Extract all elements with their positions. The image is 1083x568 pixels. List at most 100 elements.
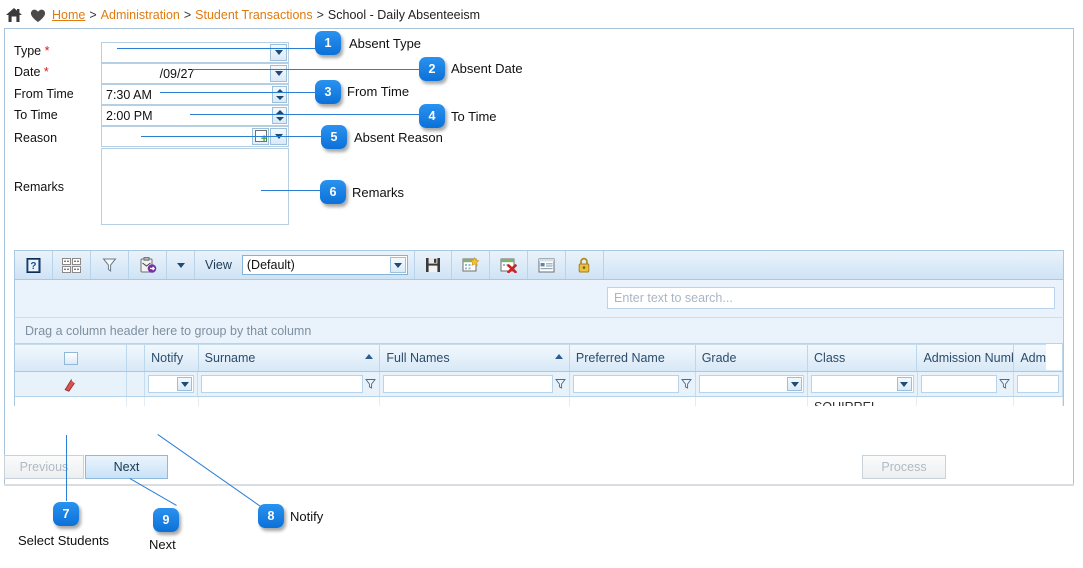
clear-filter-icon[interactable] xyxy=(62,377,79,392)
select-all-checkbox[interactable] xyxy=(63,351,78,365)
filter-icon[interactable] xyxy=(555,378,566,390)
row-notify-cell[interactable] xyxy=(145,397,199,406)
help-icon[interactable]: ? xyxy=(15,251,53,279)
label-date-text: Date xyxy=(14,65,41,79)
from-time-value: 7:30 AM xyxy=(106,88,152,102)
filter-adm[interactable] xyxy=(1014,372,1063,396)
to-time-spinner[interactable]: 2:00 PM xyxy=(101,105,289,126)
view-label: View xyxy=(205,258,232,272)
filter-icon[interactable] xyxy=(999,378,1011,390)
column-header-notify[interactable]: Notify xyxy=(145,345,199,371)
delete-view-icon[interactable] xyxy=(490,251,528,279)
column-header-admission-number[interactable]: Admission Numbe xyxy=(917,345,1015,371)
column-header-surname[interactable]: Surname xyxy=(199,345,381,371)
breadcrumb-sep-3: > xyxy=(316,8,324,22)
search-input[interactable] xyxy=(608,288,1054,308)
leader-line-3 xyxy=(160,92,315,93)
label-reason: Reason xyxy=(14,131,58,145)
filter-grade[interactable] xyxy=(696,372,809,396)
breadcrumb-student-transactions[interactable]: Student Transactions xyxy=(195,8,312,22)
to-time-value: 2:00 PM xyxy=(106,109,153,123)
column-header-full-names[interactable]: Full Names xyxy=(380,345,570,371)
column-header-grade-label: Grade xyxy=(701,351,737,365)
filter-icon[interactable] xyxy=(365,378,377,390)
callout-5: 5 xyxy=(321,125,347,149)
breadcrumb-current: School - Daily Absenteeism xyxy=(327,8,481,22)
filter-full-names-input[interactable] xyxy=(383,375,553,393)
filter-preferred-name-input[interactable] xyxy=(572,375,679,393)
type-combobox[interactable] xyxy=(101,42,289,63)
filter-preferred-name[interactable] xyxy=(570,372,696,396)
date-combobox[interactable]: /09/27 xyxy=(101,63,289,84)
callout-6: 6 xyxy=(320,180,346,204)
column-header-full-names-label: Full Names xyxy=(386,351,450,365)
label-type: Type * xyxy=(14,44,49,58)
callout-6-label: Remarks xyxy=(352,185,405,200)
export-icon[interactable] xyxy=(129,251,167,279)
type-dropdown-button[interactable] xyxy=(270,44,287,61)
row-select-cell[interactable] xyxy=(15,397,128,406)
date-dropdown-button[interactable] xyxy=(270,65,287,82)
callout-5-label: Absent Reason xyxy=(354,130,443,145)
export-dropdown-icon[interactable] xyxy=(167,251,195,279)
callout-7-label: Select Students xyxy=(18,533,110,548)
callout-3: 3 xyxy=(315,80,341,104)
cell-surname: BA xyxy=(199,397,381,406)
callout-3-label: From Time xyxy=(347,84,410,99)
column-header-preferred-name[interactable]: Preferred Name xyxy=(570,345,696,371)
cell-adm: 2020 xyxy=(1014,397,1063,406)
home-icon[interactable] xyxy=(4,5,24,25)
filter-adm-input[interactable] xyxy=(1017,375,1060,393)
filter-icon[interactable] xyxy=(680,378,692,390)
leader-line-1 xyxy=(117,48,317,49)
filter-surname[interactable] xyxy=(198,372,381,396)
table-row[interactable]: BA d SO PRE-GRADE R SQUIRREL YELLOW (SQY… xyxy=(15,397,1063,406)
navigation-button-row: Previous Next Process xyxy=(4,455,1074,483)
filter-icon[interactable] xyxy=(91,251,129,279)
view-dropdown-button[interactable] xyxy=(389,257,406,273)
new-view-icon[interactable] xyxy=(452,251,490,279)
filter-admission-number-input[interactable] xyxy=(920,375,998,393)
search-input-wrapper[interactable] xyxy=(607,287,1055,309)
breadcrumb-administration[interactable]: Administration xyxy=(101,8,180,22)
filter-notify-combo[interactable] xyxy=(147,375,195,393)
filter-grade-combo[interactable] xyxy=(698,375,805,393)
remarks-textarea[interactable] xyxy=(101,148,289,225)
next-button[interactable]: Next xyxy=(85,455,168,479)
label-date: Date * xyxy=(14,65,49,79)
column-header-grade[interactable]: Grade xyxy=(696,345,809,371)
column-header-class[interactable]: Class xyxy=(808,345,918,371)
required-marker-type: * xyxy=(44,44,50,58)
filter-class[interactable] xyxy=(808,372,918,396)
clear-filter-cell[interactable] xyxy=(15,372,128,396)
view-combobox[interactable]: (Default) xyxy=(241,255,408,275)
callout-8: 8 xyxy=(258,504,284,528)
lock-icon[interactable] xyxy=(566,251,604,279)
save-icon[interactable] xyxy=(413,251,452,279)
filter-admission-number[interactable] xyxy=(918,372,1015,396)
layout-icon[interactable] xyxy=(528,251,566,279)
column-header-select[interactable] xyxy=(15,345,128,371)
previous-button: Previous xyxy=(4,455,84,479)
column-header-adm-label: Adm xyxy=(1020,351,1047,365)
row-spacer xyxy=(127,397,146,406)
heart-icon[interactable] xyxy=(28,5,48,25)
filter-surname-input[interactable] xyxy=(201,375,364,393)
breadcrumb-home[interactable]: Home xyxy=(52,8,85,22)
filter-grade-dropdown[interactable] xyxy=(787,377,803,391)
cell-class: SQUIRREL YELLOW (SQY) xyxy=(808,397,918,406)
filter-class-combo[interactable] xyxy=(811,375,914,393)
from-time-spin-buttons[interactable] xyxy=(272,86,287,103)
to-time-spin-buttons[interactable] xyxy=(272,107,287,124)
callout-9: 9 xyxy=(153,508,179,532)
callout-4-label: To Time xyxy=(451,109,497,124)
filter-full-names[interactable] xyxy=(380,372,570,396)
filter-notify[interactable] xyxy=(145,372,199,396)
card-view-icon[interactable] xyxy=(53,251,91,279)
filter-notify-dropdown[interactable] xyxy=(177,377,193,391)
group-by-panel[interactable]: Drag a column header here to group by th… xyxy=(14,318,1064,344)
from-time-spinner[interactable]: 7:30 AM xyxy=(101,84,289,105)
leader-line-5 xyxy=(141,136,321,137)
filter-class-dropdown[interactable] xyxy=(896,377,912,391)
leader-line-2 xyxy=(192,69,420,70)
